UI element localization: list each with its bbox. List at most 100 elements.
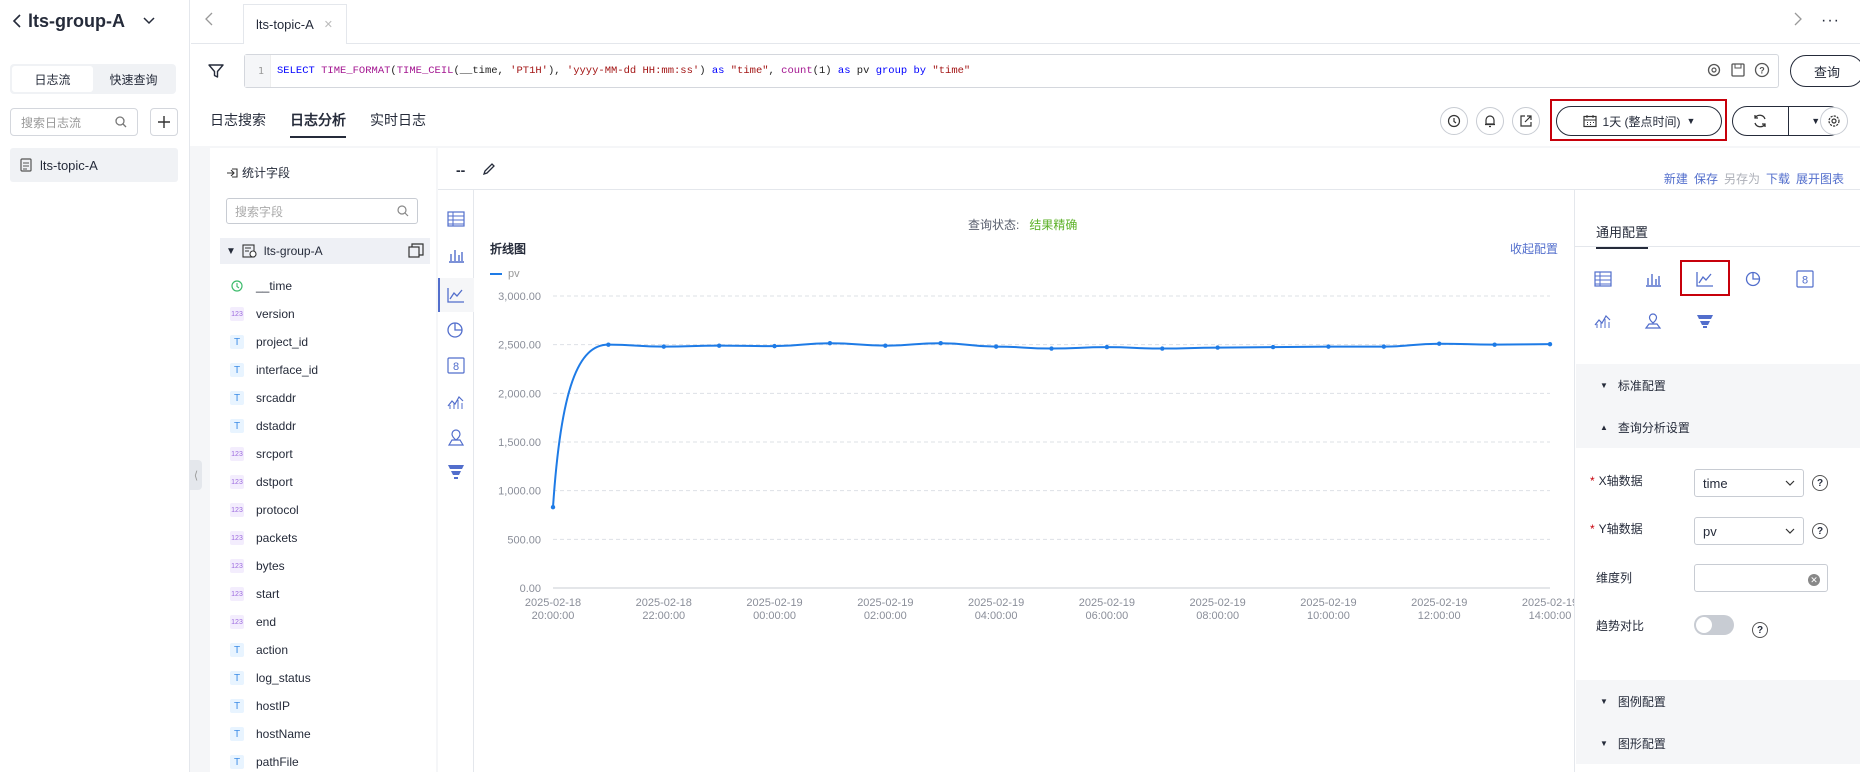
field-item[interactable]: 123 srcport — [230, 444, 293, 464]
settings-button[interactable] — [1820, 107, 1848, 135]
help-icon[interactable]: ? — [1752, 622, 1768, 638]
trend-type-button[interactable] — [1590, 308, 1616, 334]
sidebar-item-topic[interactable]: lts-topic-A — [10, 148, 178, 182]
tab-log-analysis[interactable]: 日志分析 — [290, 110, 346, 138]
section-legend-config[interactable]: ▼ 图例配置 — [1576, 680, 1860, 722]
line-chart-icon[interactable] — [446, 286, 466, 304]
funnel-type-button[interactable] — [1692, 308, 1718, 334]
field-item[interactable]: 123 protocol — [230, 500, 299, 520]
alarm-button[interactable] — [1476, 107, 1504, 135]
chart-legend[interactable]: pv — [490, 268, 520, 280]
chevron-right-icon[interactable] — [1794, 12, 1802, 26]
expand-chart-button[interactable]: 展开图表 — [1796, 170, 1844, 187]
save-icon[interactable] — [1730, 62, 1746, 78]
refresh-button[interactable] — [1733, 107, 1789, 135]
x-axis-select[interactable]: time — [1694, 469, 1804, 497]
map-chart-icon[interactable] — [446, 428, 466, 446]
pie-chart-icon[interactable] — [446, 320, 466, 338]
field-item[interactable]: Tinterface_id — [230, 360, 318, 380]
field-item[interactable]: Tsrcaddr — [230, 388, 296, 408]
chevron-left-icon[interactable] — [205, 12, 213, 26]
map-type-button[interactable] — [1640, 308, 1666, 334]
field-item[interactable]: 123 version — [230, 304, 295, 324]
field-item[interactable]: ThostIP — [230, 696, 290, 716]
bell-icon — [1485, 115, 1495, 128]
sql-token: pv — [856, 65, 876, 77]
clear-icon[interactable]: ✕ — [1808, 574, 1820, 586]
sql-token: 'yyyy-MM-dd HH:mm:ss' — [566, 65, 700, 77]
seg-tab-quick-query[interactable]: 快速查询 — [93, 66, 174, 92]
field-item[interactable]: 123 start — [230, 584, 279, 604]
pie-type-button[interactable] — [1741, 266, 1767, 292]
save-button[interactable]: 保存 — [1694, 170, 1718, 187]
section-query-analysis[interactable]: ▲ 查询分析设置 — [1576, 406, 1860, 448]
sql-code[interactable]: SELECT TIME_FORMAT(TIME_CEIL(__time, 'PT… — [271, 65, 1778, 77]
number-chart-icon[interactable]: 8 — [446, 356, 466, 374]
tab-log-search[interactable]: 日志搜索 — [210, 110, 266, 138]
table-chart-icon[interactable] — [446, 210, 466, 228]
share-button[interactable] — [1512, 107, 1540, 135]
download-button[interactable]: 下载 — [1766, 170, 1790, 187]
add-stream-button[interactable] — [150, 108, 178, 136]
save-as-button[interactable]: 另存为 — [1724, 170, 1760, 187]
section-title: 查询分析设置 — [1617, 420, 1690, 435]
section-standard-config[interactable]: ▼ 标准配置 — [1576, 364, 1860, 406]
table-type-button[interactable] — [1590, 266, 1616, 292]
collapse-sidebar-handle[interactable]: ⟨ — [190, 460, 202, 490]
history-button[interactable] — [1440, 107, 1468, 135]
tab-topic[interactable]: lts-topic-A ✕ — [243, 4, 347, 44]
section-graph-config[interactable]: ▼ 图形配置 — [1576, 722, 1860, 764]
series-line-pv — [552, 342, 1551, 508]
field-item[interactable]: Tlog_status — [230, 668, 311, 688]
chevron-down-icon — [1785, 528, 1795, 534]
query-status: 查询状态: 结果精确 — [968, 216, 1077, 233]
filter-icon[interactable] — [208, 64, 224, 78]
stream-search-input[interactable]: 搜索日志流 — [10, 108, 138, 136]
sql-token: (__time, — [453, 65, 511, 77]
funnel-chart-icon[interactable] — [446, 462, 466, 480]
bar-type-button[interactable] — [1640, 266, 1666, 292]
tab-realtime-log[interactable]: 实时日志 — [370, 110, 426, 138]
copy-icon[interactable] — [408, 243, 424, 259]
field-group-row[interactable]: ▼ lts-group-A — [220, 238, 430, 264]
tab-label: lts-topic-A — [256, 17, 314, 32]
number-type-button[interactable]: 8 — [1792, 266, 1818, 292]
trend-compare-toggle[interactable] — [1694, 615, 1734, 635]
sql-query-editor[interactable]: 1 SELECT TIME_FORMAT(TIME_CEIL(__time, '… — [244, 54, 1779, 88]
help-icon[interactable]: ? — [1812, 475, 1828, 491]
field-item[interactable]: Tdstaddr — [230, 416, 296, 436]
sql-token: as — [711, 65, 731, 77]
field-search-input[interactable]: 搜索字段 — [226, 198, 418, 224]
field-item[interactable]: ThostName — [230, 724, 311, 744]
help-icon[interactable]: ? — [1754, 62, 1770, 78]
field-item[interactable]: __time — [230, 276, 292, 296]
field-item[interactable]: Tproject_id — [230, 332, 308, 352]
query-button[interactable]: 查询 — [1790, 55, 1860, 87]
field-item[interactable]: TpathFile — [230, 752, 299, 772]
chevron-down-icon[interactable] — [143, 17, 155, 25]
close-icon[interactable]: ✕ — [324, 18, 333, 31]
field-name: pathFile — [256, 755, 299, 769]
tab-general-config[interactable]: 通用配置 — [1596, 222, 1649, 249]
y-axis-select[interactable]: pv — [1694, 517, 1804, 545]
chart-header: -- 新建 保存 另存为 下载 展开图表 — [438, 148, 1860, 190]
number-type-icon: 123 — [230, 503, 244, 517]
seg-tab-streams[interactable]: 日志流 — [12, 66, 93, 92]
field-item[interactable]: 123 bytes — [230, 556, 285, 576]
group-header[interactable]: lts-group-A — [12, 8, 182, 34]
more-icon[interactable]: ··· — [1821, 12, 1840, 30]
field-item[interactable]: 123 dstport — [230, 472, 293, 492]
edit-icon[interactable] — [482, 162, 496, 176]
bar-chart-icon[interactable] — [446, 246, 466, 264]
collapse-config-link[interactable]: 收起配置 — [1510, 240, 1558, 257]
new-button[interactable]: 新建 — [1664, 170, 1688, 187]
field-item[interactable]: 123 end — [230, 612, 276, 632]
number-type-icon: 123 — [230, 587, 244, 601]
field-item[interactable]: Taction — [230, 640, 288, 660]
back-icon[interactable] — [12, 14, 22, 28]
trend-chart-icon[interactable] — [446, 392, 466, 410]
caret-down-icon[interactable]: ▼ — [226, 246, 236, 257]
field-item[interactable]: 123 packets — [230, 528, 297, 548]
gear-icon[interactable] — [1706, 62, 1722, 78]
help-icon[interactable]: ? — [1812, 523, 1828, 539]
